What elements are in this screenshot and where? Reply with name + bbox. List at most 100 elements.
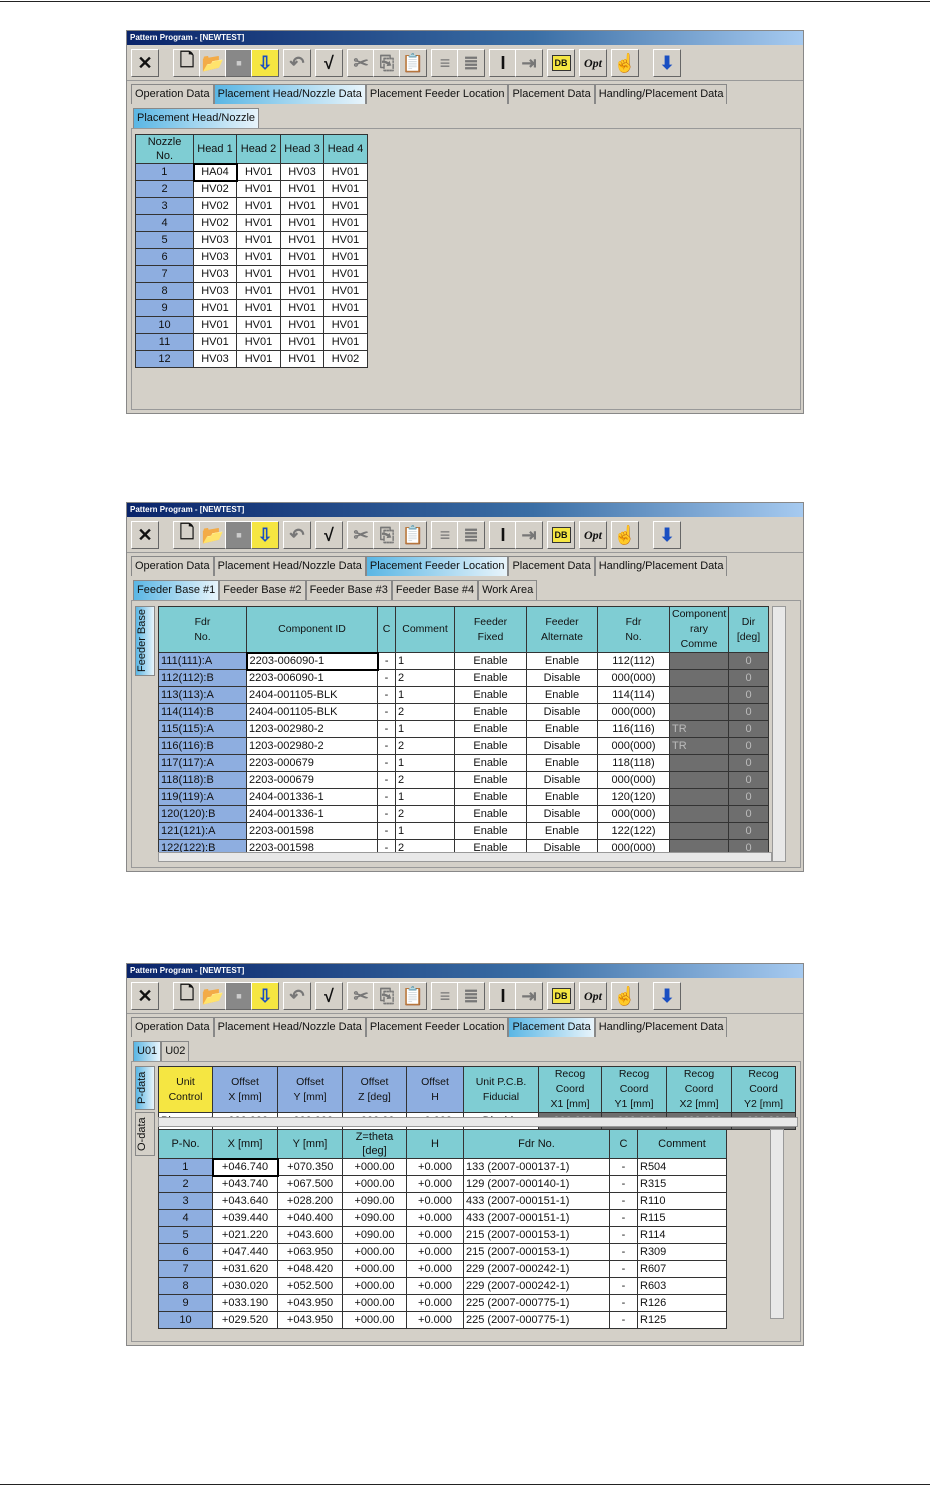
table-cell[interactable]: 0 — [728, 652, 769, 670]
table-cell[interactable]: +043.950 — [277, 1294, 343, 1312]
cut-button[interactable]: ✂ — [347, 982, 375, 1010]
column-header[interactable]: Fdr No. — [597, 606, 670, 653]
table-cell[interactable]: Enable — [454, 686, 527, 704]
table-cell[interactable]: Enable — [526, 788, 598, 806]
table-cell[interactable]: Enable — [454, 669, 527, 687]
table-cell[interactable]: 433 (2007-000151-1) — [463, 1209, 610, 1227]
column-header[interactable]: Recog Coord X1 [mm] — [538, 1066, 602, 1113]
table-cell[interactable]: +000.00 — [342, 1277, 407, 1295]
table-cell[interactable]: 118(118):B — [158, 771, 247, 789]
table-cell[interactable]: HV01 — [280, 299, 324, 317]
table-cell[interactable]: 000(000) — [597, 771, 670, 789]
table-cell[interactable]: 116(116):B — [158, 737, 247, 755]
table-cell[interactable]: +052.500 — [277, 1277, 343, 1295]
table-cell[interactable]: R110 — [637, 1192, 727, 1210]
column-header[interactable]: Recog Coord X2 [mm] — [666, 1066, 732, 1113]
table-cell[interactable]: HV01 — [236, 231, 281, 249]
table-cell[interactable]: +039.440 — [212, 1209, 278, 1227]
table-cell[interactable]: - — [609, 1311, 638, 1329]
table-cell[interactable]: HV01 — [323, 282, 368, 300]
table-cell[interactable] — [669, 652, 729, 670]
table-cell[interactable]: 133 (2007-000137-1) — [463, 1158, 610, 1176]
tab-handling-placement-data[interactable]: Handling/Placement Data — [594, 556, 728, 576]
table-cell[interactable]: 9 — [135, 299, 194, 317]
new-file-button[interactable]: 🗋 — [173, 982, 201, 1010]
table-cell[interactable]: +000.00 — [342, 1158, 407, 1176]
table-cell[interactable]: - — [609, 1158, 638, 1176]
table-cell[interactable]: 000(000) — [597, 703, 670, 721]
table-cell[interactable]: 2 — [395, 669, 455, 687]
column-header[interactable]: Feeder Alternate — [526, 606, 598, 653]
column-header[interactable]: Comment — [395, 606, 455, 653]
column-header[interactable]: Dir [deg] — [728, 606, 769, 653]
table-cell[interactable]: HV01 — [193, 316, 237, 334]
table-cell[interactable]: HV02 — [193, 180, 237, 198]
table-cell[interactable]: 0 — [728, 822, 769, 840]
table-cell[interactable] — [669, 788, 729, 806]
column-header[interactable]: X [mm] — [212, 1129, 278, 1159]
column-header[interactable]: Offset Z [deg] — [342, 1066, 407, 1113]
column-header[interactable]: Nozzle No. — [135, 134, 194, 164]
table-cell[interactable] — [669, 669, 729, 687]
table-cell[interactable]: 1 — [395, 822, 455, 840]
table-cell[interactable]: 7 — [135, 265, 194, 283]
table-cell[interactable]: 113(113):A — [158, 686, 247, 704]
table-cell[interactable]: HV01 — [323, 333, 368, 351]
cursor-button[interactable]: I — [489, 521, 517, 549]
table-cell[interactable]: HV02 — [193, 197, 237, 215]
tab-handling-placement-data[interactable]: Handling/Placement Data — [594, 1017, 728, 1037]
table-cell[interactable]: 114(114):B — [158, 703, 247, 721]
table-cell[interactable]: +090.00 — [342, 1192, 407, 1210]
table-cell[interactable]: HV01 — [236, 333, 281, 351]
save-disabled-button[interactable]: ▪ — [225, 521, 253, 549]
table-cell[interactable]: +043.950 — [277, 1311, 343, 1329]
table-cell[interactable]: 229 (2007-000242-1) — [463, 1277, 610, 1295]
append-row-button[interactable]: ≣ — [457, 982, 485, 1010]
table-cell[interactable]: +000.00 — [342, 1243, 407, 1261]
table-cell[interactable]: 5 — [135, 231, 194, 249]
table-cell[interactable]: HV01 — [280, 350, 324, 368]
table-cell[interactable]: 8 — [158, 1277, 213, 1295]
table-cell[interactable]: HV01 — [280, 316, 324, 334]
table-cell[interactable]: 1 — [395, 652, 455, 670]
table-cell[interactable]: Enable — [454, 822, 527, 840]
insert-row-button[interactable]: ≡ — [431, 982, 459, 1010]
close-button[interactable]: ✕ — [131, 49, 159, 77]
insert-row-button[interactable]: ≡ — [431, 521, 459, 549]
table-cell[interactable]: 117(117):A — [158, 754, 247, 772]
table-cell[interactable]: 0 — [728, 788, 769, 806]
table-cell[interactable]: 2 — [395, 737, 455, 755]
column-header[interactable]: Head 1 — [193, 134, 237, 164]
table-cell[interactable]: +070.350 — [277, 1158, 343, 1176]
sub-tab-placement-head-nozzle[interactable]: Placement Head/Nozzle — [133, 108, 260, 128]
table-cell[interactable]: 11 — [135, 333, 194, 351]
table-cell[interactable]: +067.500 — [277, 1175, 343, 1193]
table-cell[interactable]: 1 — [395, 754, 455, 772]
table-cell[interactable]: 120(120):B — [158, 805, 247, 823]
table-cell[interactable]: 2203-006090-1 — [245, 651, 379, 671]
table-cell[interactable]: 0 — [728, 805, 769, 823]
column-header[interactable]: Recog Coord Y1 [mm] — [601, 1066, 667, 1113]
table-cell[interactable]: 119(119):A — [158, 788, 247, 806]
table-cell[interactable] — [669, 771, 729, 789]
tab-operation-data[interactable]: Operation Data — [131, 556, 214, 576]
undo-button[interactable]: ↶ — [283, 982, 311, 1010]
table-cell[interactable] — [669, 822, 729, 840]
table-cell[interactable]: - — [377, 669, 396, 687]
sub-tab-feeder-base-2[interactable]: Feeder Base #2 — [219, 580, 306, 600]
table-cell[interactable]: - — [377, 703, 396, 721]
download-arrow-button[interactable]: ⬇ — [653, 521, 681, 549]
append-row-button[interactable]: ≣ — [457, 521, 485, 549]
column-header[interactable]: Head 2 — [236, 134, 281, 164]
table-cell[interactable]: - — [377, 822, 396, 840]
table-cell[interactable]: HV03 — [193, 231, 237, 249]
table-cell[interactable]: - — [609, 1294, 638, 1312]
table-cell[interactable]: +0.000 — [406, 1209, 464, 1227]
table-cell[interactable]: HV01 — [323, 316, 368, 334]
options-button[interactable]: Opt — [579, 982, 607, 1010]
table-cell[interactable]: HV01 — [280, 248, 324, 266]
table-cell[interactable]: +000.00 — [342, 1294, 407, 1312]
table-cell[interactable]: Enable — [526, 822, 598, 840]
options-button[interactable]: Opt — [579, 49, 607, 77]
hand-button[interactable]: ☝ — [611, 982, 639, 1010]
